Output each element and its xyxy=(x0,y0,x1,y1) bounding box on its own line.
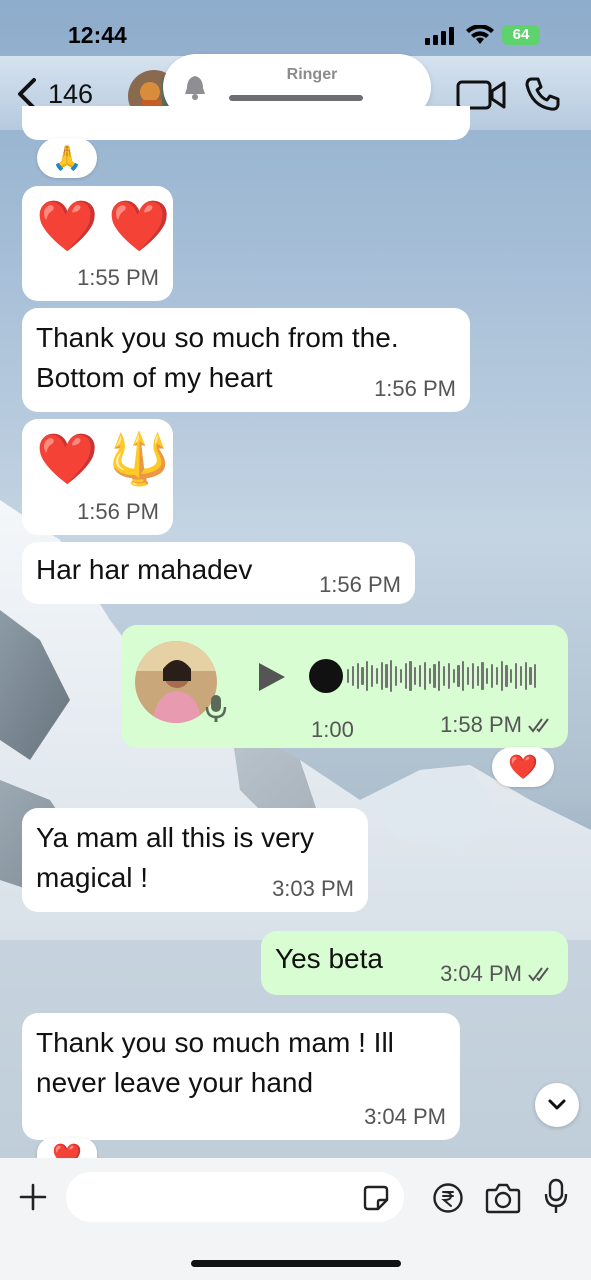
waveform-bar xyxy=(476,666,479,686)
voice-progress-knob[interactable] xyxy=(309,659,343,693)
message-bubble-out[interactable]: Yes beta 3:04 PM xyxy=(261,931,568,995)
waveform-bar xyxy=(371,665,374,687)
reaction-badge[interactable]: ❤️ xyxy=(492,747,554,787)
plus-icon[interactable] xyxy=(18,1182,48,1212)
waveform-bar xyxy=(428,668,431,684)
reaction-emoji: ❤️ xyxy=(508,753,538,781)
scroll-to-bottom-button[interactable] xyxy=(535,1083,579,1127)
chevron-down-icon xyxy=(548,1099,566,1110)
message-text: Thank you so much mam ! Ill never leave … xyxy=(36,1027,394,1098)
waveform-bar xyxy=(447,663,450,689)
waveform-bar xyxy=(385,664,388,688)
read-receipt-icon xyxy=(528,718,549,733)
waveform-bar xyxy=(347,669,350,683)
message-time: 3:04 PM xyxy=(440,961,554,987)
voice-waveform[interactable] xyxy=(347,659,539,693)
emoji: ❤️ xyxy=(108,198,171,254)
waveform-bar xyxy=(467,667,470,685)
wifi-icon xyxy=(466,25,494,44)
waveform-bar xyxy=(457,665,460,687)
waveform-bar xyxy=(380,662,383,690)
message-bubble-in[interactable]: Thank you so much from the. Bottom of my… xyxy=(22,308,470,412)
ringer-volume-bar xyxy=(229,95,363,101)
message-bubble-in[interactable]: Ya mam all this is very magical ! 3:03 P… xyxy=(22,808,368,912)
waveform-bar xyxy=(419,665,422,687)
waveform-bar xyxy=(500,661,503,691)
message-time: 1:55 PM xyxy=(77,265,159,290)
waveform-bar xyxy=(519,666,522,686)
waveform-bar xyxy=(443,666,446,686)
waveform-bar xyxy=(495,667,498,685)
message-bubble-in[interactable]: Thank you so much mam ! Ill never leave … xyxy=(22,1013,460,1140)
waveform-bar xyxy=(390,660,393,692)
emoji: 🔱 xyxy=(108,431,171,487)
message-time: 1:56 PM xyxy=(77,499,159,524)
sticker-icon[interactable] xyxy=(362,1184,390,1212)
status-time: 12:44 xyxy=(68,22,127,48)
message-time: 3:04 PM xyxy=(364,1104,446,1129)
waveform-bar xyxy=(481,662,484,690)
message-bubble-in[interactable]: Har har mahadev 1:56 PM xyxy=(22,542,415,604)
waveform-bar xyxy=(409,661,412,691)
waveform-bar xyxy=(486,668,489,684)
waveform-bar xyxy=(404,663,407,689)
emoji-content: ❤️ 🔱 xyxy=(36,429,171,489)
message-time: 1:58 PM xyxy=(440,712,554,738)
phone-icon[interactable] xyxy=(524,76,560,112)
waveform-bar xyxy=(471,663,474,689)
message-time: 1:56 PM xyxy=(374,376,456,401)
reaction-badge[interactable]: 🙏 xyxy=(37,138,97,178)
waveform-bar xyxy=(534,664,537,688)
waveform-bar xyxy=(356,663,359,689)
ringer-label: Ringer xyxy=(286,66,338,83)
waveform-bar xyxy=(438,661,441,691)
emoji: ❤️ xyxy=(36,431,99,487)
waveform-bar xyxy=(375,668,378,684)
message-input[interactable] xyxy=(66,1172,404,1222)
battery-level: 64 xyxy=(512,26,530,43)
emoji: ❤️ xyxy=(36,198,99,254)
call-actions xyxy=(456,76,560,112)
unread-count: 146 xyxy=(48,78,94,109)
waveform-bar xyxy=(366,661,369,691)
waveform-bar xyxy=(395,666,398,686)
waveform-bar xyxy=(361,667,364,685)
voice-duration: 1:00 xyxy=(311,717,354,742)
waveform-bar xyxy=(529,667,532,685)
waveform-bar xyxy=(491,664,494,688)
reaction-emoji: 🙏 xyxy=(52,144,82,172)
rupee-icon[interactable] xyxy=(432,1182,464,1214)
waveform-bar xyxy=(452,669,455,683)
message-bubble-in[interactable]: ❤️ ❤️ 1:55 PM xyxy=(22,186,173,301)
message-time: 1:56 PM xyxy=(319,572,401,597)
battery-indicator: 64 xyxy=(502,25,540,45)
waveform-bar xyxy=(414,667,417,685)
waveform-bar xyxy=(505,665,508,687)
play-icon[interactable] xyxy=(257,661,287,693)
mic-icon xyxy=(205,695,227,722)
chat-screen: 12:44 64 146 Ringer 🙏 ❤️ ❤️ 1:55 PM Than… xyxy=(0,0,591,1280)
waveform-bar xyxy=(524,662,527,690)
home-indicator xyxy=(191,1260,401,1267)
waveform-bar xyxy=(423,662,426,690)
message-time: 3:03 PM xyxy=(272,876,354,901)
waveform-bar xyxy=(433,664,436,688)
camera-icon[interactable] xyxy=(485,1182,521,1214)
voice-message-bubble[interactable]: 1:00 1:58 PM xyxy=(121,625,568,748)
cellular-signal-icon xyxy=(425,27,454,45)
waveform-bar xyxy=(515,663,518,689)
read-receipt-icon xyxy=(528,967,549,982)
mic-icon[interactable] xyxy=(543,1178,569,1216)
waveform-bar xyxy=(510,669,513,683)
waveform-bar xyxy=(462,661,465,691)
waveform-bar xyxy=(351,666,354,686)
message-bubble-partial[interactable] xyxy=(22,106,470,140)
message-bubble-in[interactable]: ❤️ 🔱 1:56 PM xyxy=(22,419,173,535)
waveform-bar xyxy=(399,669,402,683)
composer-bar xyxy=(0,1158,591,1280)
emoji-content: ❤️ ❤️ xyxy=(36,196,171,256)
